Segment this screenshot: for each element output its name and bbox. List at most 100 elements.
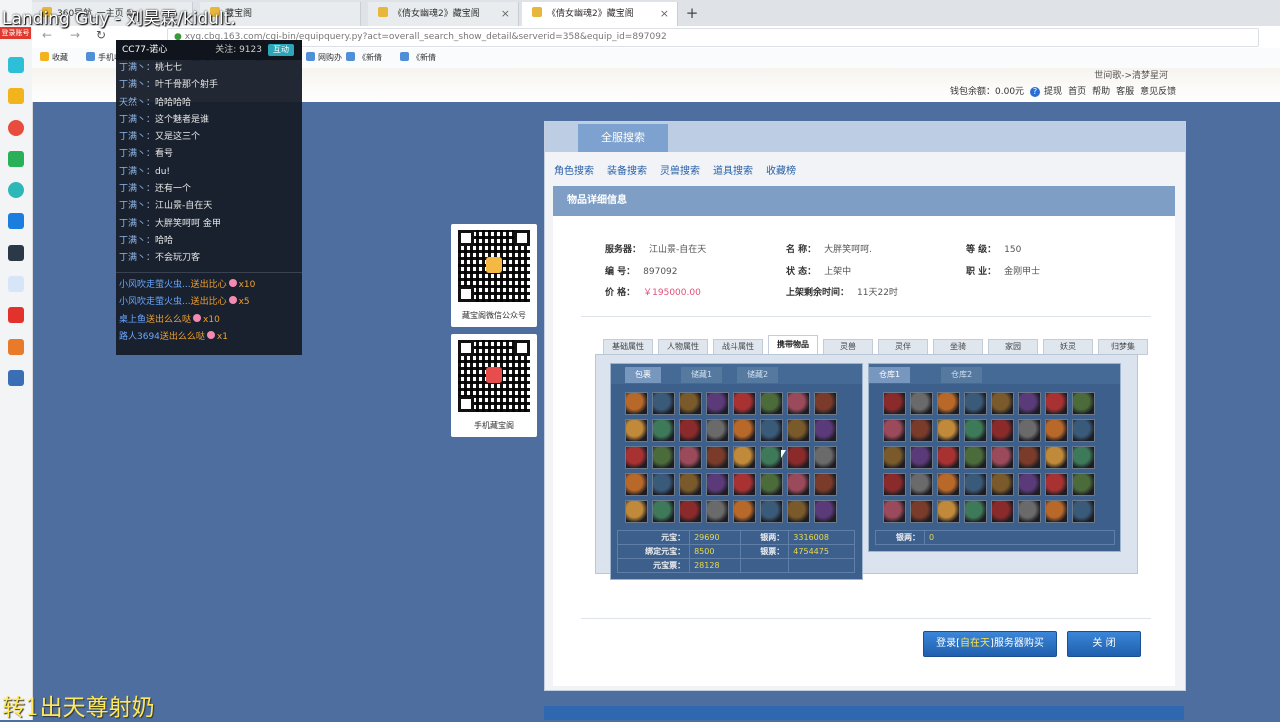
cloud-icon[interactable] <box>8 182 24 198</box>
item-slot-icon[interactable] <box>937 446 960 469</box>
item-slot-icon[interactable] <box>910 473 933 496</box>
item-slot-icon[interactable] <box>1018 392 1041 415</box>
bookmark-item[interactable]: 收藏 <box>40 48 68 68</box>
app-red-icon[interactable] <box>8 307 24 323</box>
item-slot-icon[interactable] <box>760 419 783 442</box>
item-slot-icon[interactable] <box>625 473 648 496</box>
item-slot-icon[interactable] <box>787 392 810 415</box>
item-slot-icon[interactable] <box>964 392 987 415</box>
warehouse-tab-2[interactable]: 仓库2 <box>941 367 983 383</box>
item-slot-icon[interactable] <box>787 419 810 442</box>
item-slot-icon[interactable] <box>733 473 756 496</box>
item-slot-icon[interactable] <box>625 500 648 523</box>
item-slot-icon[interactable] <box>910 500 933 523</box>
subtab-char-attrs[interactable]: 人物属性 <box>658 339 708 355</box>
item-slot-icon[interactable] <box>964 473 987 496</box>
bag-tab-inventory[interactable]: 包裹 <box>625 367 661 383</box>
item-slot-icon[interactable] <box>910 419 933 442</box>
link-withdraw[interactable]: 提现 <box>1044 87 1062 97</box>
login-to-buy-button[interactable]: 登录[自在天]服务器购买 <box>923 631 1057 657</box>
item-slot-icon[interactable] <box>1072 473 1095 496</box>
item-slot-icon[interactable] <box>991 500 1014 523</box>
item-slot-icon[interactable] <box>1018 419 1041 442</box>
item-slot-icon[interactable] <box>1072 446 1095 469</box>
close-tab-icon[interactable]: × <box>501 2 510 26</box>
item-slot-icon[interactable] <box>937 392 960 415</box>
item-slot-icon[interactable] <box>937 473 960 496</box>
item-slot-icon[interactable] <box>679 419 702 442</box>
item-slot-icon[interactable] <box>706 419 729 442</box>
close-tab-icon[interactable]: × <box>660 2 669 26</box>
link-pet-search[interactable]: 灵兽搜索 <box>660 166 700 177</box>
subtab-spirits[interactable]: 妖灵 <box>1043 339 1093 355</box>
item-slot-icon[interactable] <box>1072 419 1095 442</box>
item-slot-icon[interactable] <box>1045 419 1068 442</box>
item-slot-icon[interactable] <box>652 473 675 496</box>
refresh-icon[interactable]: ↻ <box>96 28 106 42</box>
close-button[interactable]: 关 闭 <box>1067 631 1141 657</box>
subtab-companions[interactable]: 灵伴 <box>878 339 928 355</box>
link-service[interactable]: 客服 <box>1116 87 1134 97</box>
back-icon[interactable]: ← <box>42 28 52 42</box>
item-slot-icon[interactable] <box>625 392 648 415</box>
item-slot-icon[interactable] <box>1045 500 1068 523</box>
item-slot-icon[interactable] <box>883 500 906 523</box>
browser-tab-active[interactable]: 《倩女幽魂2》藏宝阁 × <box>522 2 678 26</box>
item-slot-icon[interactable] <box>991 392 1014 415</box>
tab-all-server-search[interactable]: 全服搜索 <box>578 124 668 152</box>
item-slot-icon[interactable] <box>652 419 675 442</box>
item-slot-icon[interactable] <box>1045 392 1068 415</box>
item-slot-icon[interactable] <box>814 446 837 469</box>
subtab-dream-collection[interactable]: 归梦集 <box>1098 339 1148 355</box>
item-slot-icon[interactable] <box>910 392 933 415</box>
subtab-basic-attrs[interactable]: 基础属性 <box>603 339 653 355</box>
item-slot-icon[interactable] <box>1072 392 1095 415</box>
link-item-search[interactable]: 道具搜索 <box>713 166 753 177</box>
subtab-carried-items[interactable]: 携带物品 <box>768 335 818 355</box>
item-slot-icon[interactable] <box>733 500 756 523</box>
item-slot-icon[interactable] <box>625 446 648 469</box>
new-tab-button[interactable]: + <box>682 2 702 26</box>
bag-tab-storage1[interactable]: 储藏1 <box>681 367 723 383</box>
subtab-home[interactable]: 家园 <box>988 339 1038 355</box>
item-slot-icon[interactable] <box>883 392 906 415</box>
item-slot-icon[interactable] <box>706 500 729 523</box>
item-slot-icon[interactable] <box>964 446 987 469</box>
item-slot-icon[interactable] <box>1018 500 1041 523</box>
item-slot-icon[interactable] <box>733 419 756 442</box>
item-slot-icon[interactable] <box>625 419 648 442</box>
item-slot-icon[interactable] <box>814 473 837 496</box>
link-favorites-rank[interactable]: 收藏榜 <box>766 166 796 177</box>
item-slot-icon[interactable] <box>760 473 783 496</box>
subtab-battle-attrs[interactable]: 战斗属性 <box>713 339 763 355</box>
item-slot-icon[interactable] <box>1018 473 1041 496</box>
item-slot-icon[interactable] <box>991 473 1014 496</box>
item-slot-icon[interactable] <box>760 446 783 469</box>
item-slot-icon[interactable] <box>733 392 756 415</box>
item-slot-icon[interactable] <box>652 500 675 523</box>
bookmark-item[interactable]: 《新倩 <box>400 48 436 68</box>
url-input[interactable]: ● xyq.cbg.163.com/cgi-bin/equipquery.py?… <box>167 28 1259 47</box>
item-slot-icon[interactable] <box>733 446 756 469</box>
item-slot-icon[interactable] <box>679 500 702 523</box>
forward-icon[interactable]: → <box>70 28 80 42</box>
item-slot-icon[interactable] <box>814 500 837 523</box>
item-slot-icon[interactable] <box>706 392 729 415</box>
item-slot-icon[interactable] <box>760 500 783 523</box>
item-slot-icon[interactable] <box>706 473 729 496</box>
favorites-star-icon[interactable] <box>8 88 24 104</box>
item-slot-icon[interactable] <box>964 500 987 523</box>
item-slot-icon[interactable] <box>652 446 675 469</box>
app-dark-icon[interactable] <box>8 245 24 261</box>
item-slot-icon[interactable] <box>937 500 960 523</box>
bag-tab-storage2[interactable]: 储藏2 <box>737 367 779 383</box>
item-slot-icon[interactable] <box>910 446 933 469</box>
browser-tab[interactable]: 《倩女幽魂2》藏宝阁 × <box>368 2 519 26</box>
item-slot-icon[interactable] <box>883 446 906 469</box>
interact-button[interactable]: 互动 <box>268 44 294 56</box>
item-slot-icon[interactable] <box>679 392 702 415</box>
bookmark-item[interactable]: 网购办 <box>306 48 342 68</box>
item-slot-icon[interactable] <box>787 500 810 523</box>
item-slot-icon[interactable] <box>1072 500 1095 523</box>
document-icon[interactable] <box>8 276 24 292</box>
